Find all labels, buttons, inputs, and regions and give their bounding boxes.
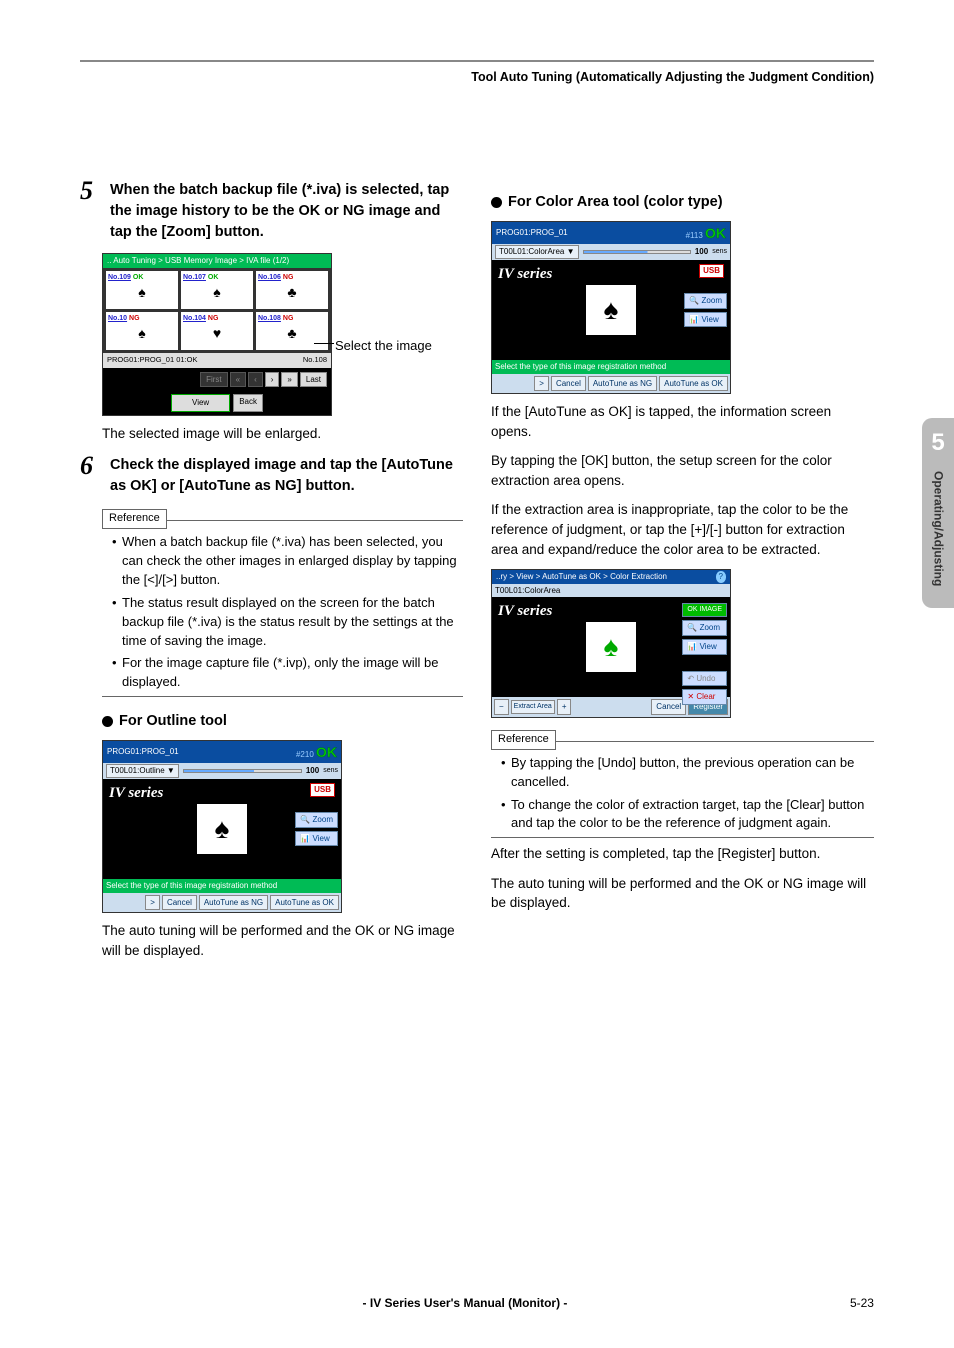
reference-label: Reference [102,509,167,529]
undo-button[interactable]: ↶ Undo [682,671,727,687]
view-button[interactable]: 📊 View [684,312,727,328]
slider[interactable] [583,250,691,254]
zoom-button[interactable]: 🔍 Zoom [295,812,338,828]
last-button[interactable]: Last [300,372,327,388]
slider[interactable] [183,769,302,773]
color-para5: The auto tuning will be performed and th… [491,874,874,913]
color-para1: If the [AutoTune as OK] is tapped, the i… [491,402,874,441]
footer-title: - IV Series User's Manual (Monitor) - [363,1295,568,1312]
minus-button[interactable]: − [494,699,509,715]
tool-dropdown[interactable]: T00L01:ColorArea ▼ [495,245,579,259]
next-button[interactable]: › [265,372,280,388]
color-para3: If the extraction area is inappropriate,… [491,500,874,559]
tool-dropdown[interactable]: T00L01:Outline ▼ [106,764,179,778]
score-value: 100 [306,765,319,777]
reference-item: The status result displayed on the scree… [112,594,463,651]
tool-sub: T00L01:ColorArea [495,585,560,597]
step-6: 6 Check the displayed image and tap the … [80,453,463,497]
cancel-button[interactable]: Cancel [162,895,197,911]
autotune-ok-button[interactable]: AutoTune as OK [270,895,339,911]
plus-button[interactable]: + [557,699,572,715]
step-5-num: 5 [80,178,102,243]
outline-heading: For Outline tool [102,711,463,732]
iva-status-left: PROG01:PROG_01 01:OK [107,355,197,366]
reference-item: To change the color of extraction target… [501,796,874,834]
color-para4: After the setting is completed, tap the … [491,844,874,864]
ok-image-badge: OK IMAGE [682,603,727,617]
extract-label: Extract Area [511,700,555,714]
iv-series-logo: IV series [109,785,163,801]
view-button[interactable]: 📊 View [295,831,338,847]
iva-status-right: No.108 [303,355,327,366]
step-6-num: 6 [80,453,102,497]
reference-item: For the image capture file (*.ivp), only… [112,654,463,692]
cancel-button[interactable]: Cancel [551,376,586,392]
reference-label: Reference [491,730,556,750]
first-button[interactable]: First [200,372,228,388]
cancel-button[interactable]: Cancel [651,699,686,715]
callout-select-image: Select the image [335,337,432,356]
page-footer: - IV Series User's Manual (Monitor) - 5-… [80,1295,874,1312]
autotune-ng-button[interactable]: AutoTune as NG [199,895,268,911]
iv-series-logo: IV series [498,603,552,619]
preview-image: ♠ [586,622,636,672]
next-far-button[interactable]: » [281,372,297,388]
zoom-button[interactable]: 🔍 Zoom [682,620,727,636]
prog-label: PROG01:PROG_01 [496,227,568,239]
step5-after-text: The selected image will be enlarged. [102,424,463,444]
thumb-tile[interactable]: No.107 OK♠ [181,271,253,309]
page-number: 5-23 [850,1295,874,1312]
help-icon[interactable]: ? [716,571,726,583]
thumb-tile[interactable]: No.106 NG♣ [256,271,328,309]
chapter-tab: 5 Operating/Adjusting [922,418,954,608]
view-button[interactable]: 📊 View [682,639,727,655]
reference-item: When a batch backup file (*.iva) has bee… [112,533,463,590]
zoom-button[interactable]: 🔍 Zoom [684,293,727,309]
page-header: Tool Auto Tuning (Automatically Adjustin… [80,60,874,88]
step-5-text: When the batch backup file (*.iva) is se… [110,178,463,243]
step-6-text: Check the displayed image and tap the [A… [110,453,463,497]
prompt-msg: Select the type of this image registrati… [103,879,341,893]
prompt-msg: Select the type of this image registrati… [492,360,730,374]
thumb-tile[interactable]: No.10 NG♠ [106,312,178,350]
preview-image: ♠ [197,804,247,854]
breadcrumb: ..ry > View > AutoTune as OK > Color Ext… [496,571,667,583]
thumb-tile[interactable]: No.104 NG♥ [181,312,253,350]
callout-line [314,343,334,344]
prev-button[interactable]: ‹ [248,372,263,388]
nav-next-button[interactable]: > [534,376,549,392]
bullet-icon [491,197,502,208]
color-area-heading: For Color Area tool (color type) [491,192,874,213]
prev-far-button[interactable]: « [230,372,246,388]
outline-after-text: The auto tuning will be performed and th… [102,921,463,960]
clear-button[interactable]: ✕ Clear [682,689,727,705]
nav-next-button[interactable]: > [145,895,160,911]
step-5: 5 When the batch backup file (*.iva) is … [80,178,463,243]
score-value: 100 [695,246,708,258]
chapter-number: 5 [922,418,954,461]
outline-device-screenshot: PROG01:PROG_01 #210 OK T00L01:Outline ▼ … [102,740,342,913]
color-para2: By tapping the [OK] button, the setup sc… [491,451,874,490]
thumb-tile[interactable]: No.109 OK♠ [106,271,178,309]
bullet-icon [102,716,113,727]
iv-series-logo: IV series [498,266,552,282]
back-button[interactable]: Back [233,394,263,412]
chapter-label: Operating/Adjusting [929,471,946,586]
autotune-ok-button[interactable]: AutoTune as OK [659,376,728,392]
iva-thumb-screenshot: .. Auto Tuning > USB Memory Image > IVA … [102,253,332,416]
autotune-ng-button[interactable]: AutoTune as NG [588,376,657,392]
preview-image: ♠ [586,285,636,335]
view-button[interactable]: View [171,394,230,412]
color-device-screenshot: PROG01:PROG_01 #113 OK T00L01:ColorArea … [491,221,731,394]
iva-topbar: .. Auto Tuning > USB Memory Image > IVA … [103,254,331,268]
prog-label: PROG01:PROG_01 [107,746,179,758]
color-extraction-screenshot: ..ry > View > AutoTune as OK > Color Ext… [491,569,731,718]
reference-item: By tapping the [Undo] button, the previo… [501,754,874,792]
